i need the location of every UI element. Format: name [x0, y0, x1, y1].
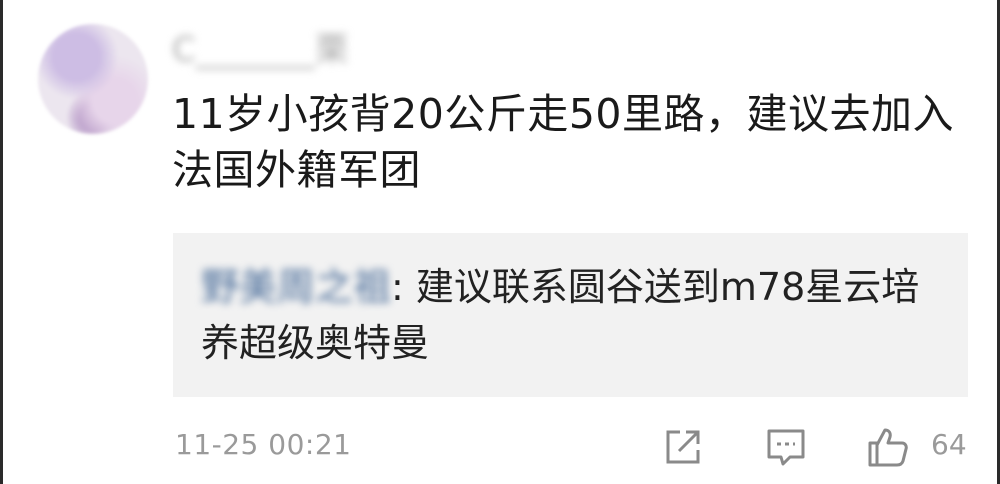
comment-meta: 11-25 00:21 64	[175, 422, 975, 472]
timestamp: 11-25 00:21	[175, 428, 352, 461]
comment-text: 11岁小孩背20公斤走50里路，建议去加入法国外籍军团	[172, 90, 955, 194]
left-border	[0, 0, 3, 484]
like-count: 64	[931, 428, 967, 461]
reply-username[interactable]: 野美周之祖	[201, 265, 391, 309]
reply-separator: :	[391, 265, 416, 309]
reply-icon	[767, 429, 805, 466]
like-button[interactable]	[865, 424, 911, 470]
thumbs-up-icon	[868, 428, 908, 467]
share-icon	[666, 430, 700, 464]
reply-box[interactable]: 野美周之祖: 建议联系圆谷送到m78星云培养超级奥特曼	[173, 233, 968, 397]
reply-button[interactable]	[763, 424, 809, 470]
avatar[interactable]	[38, 24, 148, 134]
comment-username[interactable]: C_______栗	[172, 30, 382, 70]
reply-content: 野美周之祖: 建议联系圆谷送到m78星云培养超级奥特曼	[201, 259, 941, 371]
share-button[interactable]	[660, 424, 706, 470]
